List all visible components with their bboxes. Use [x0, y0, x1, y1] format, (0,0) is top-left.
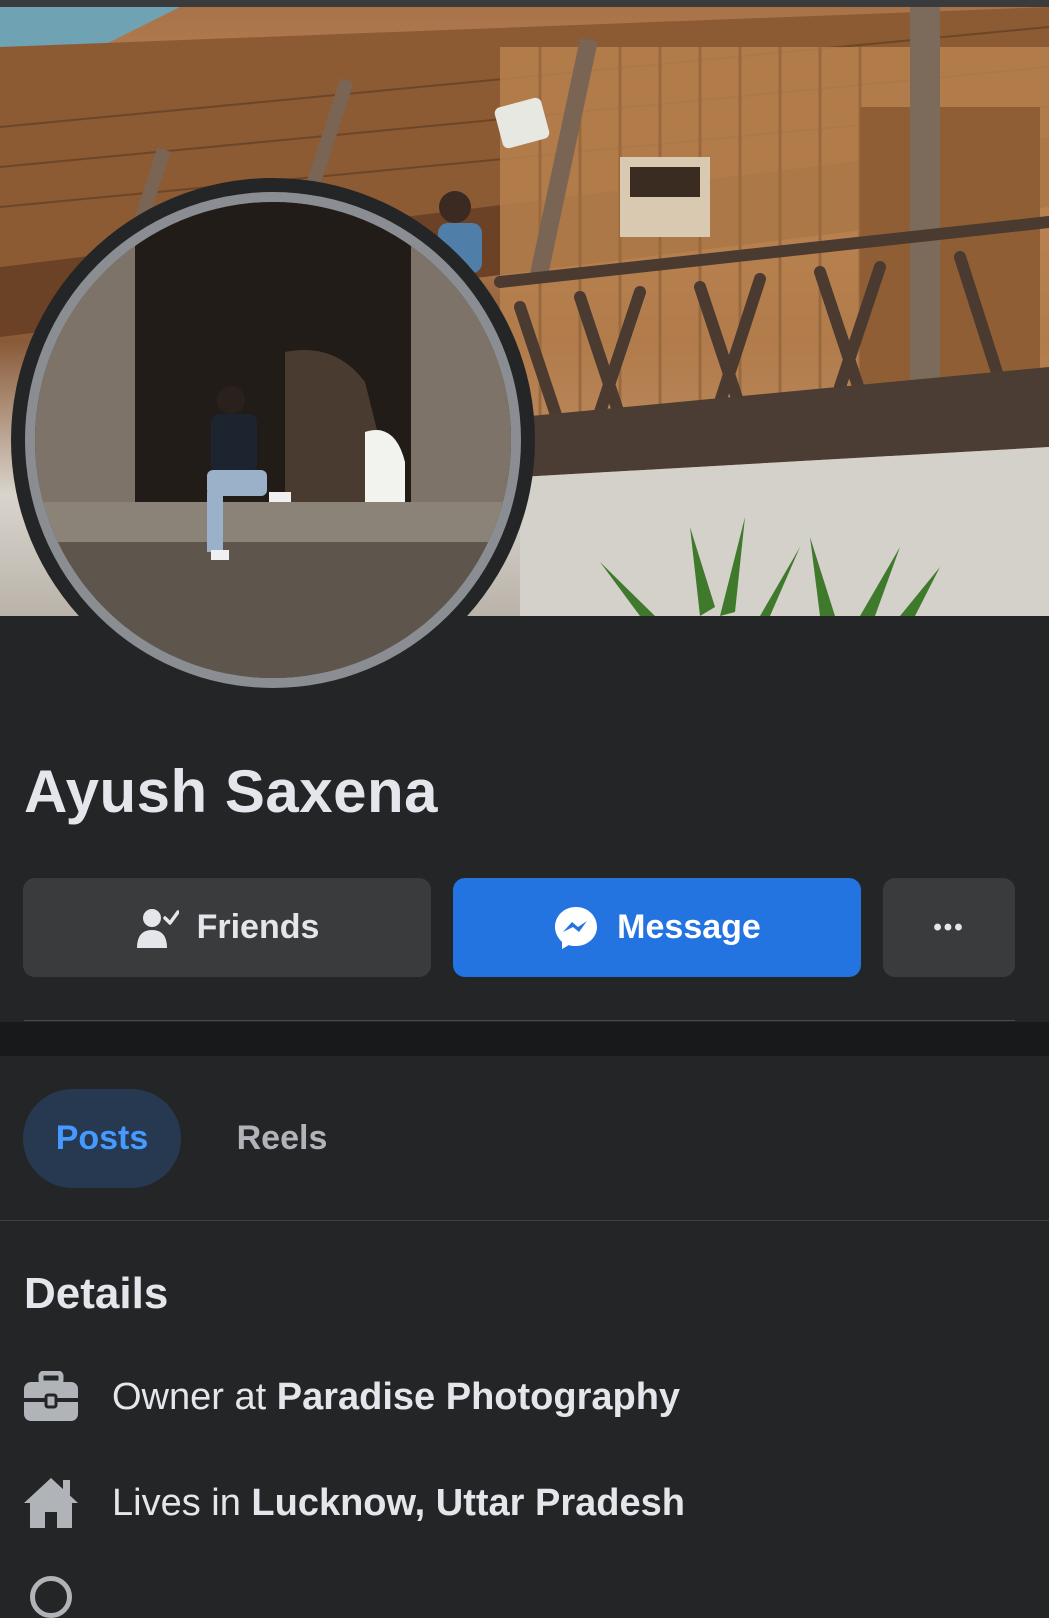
- partial-detail-icon: [30, 1576, 72, 1618]
- more-options-icon: •••: [933, 913, 965, 941]
- tabs-divider: [0, 1220, 1049, 1221]
- profile-picture-border: [25, 192, 521, 688]
- top-status-strip: [0, 0, 1049, 7]
- section-divider: [24, 1020, 1015, 1021]
- profile-name: Ayush Saxena: [24, 758, 438, 825]
- profile-picture[interactable]: [11, 178, 535, 702]
- tab-reels[interactable]: Reels: [212, 1089, 352, 1188]
- profile-picture-image: [35, 202, 511, 678]
- section-gap: [0, 1022, 1049, 1056]
- detail-work-value[interactable]: Paradise Photography: [277, 1376, 680, 1419]
- person-check-icon: [135, 906, 179, 950]
- more-options-button[interactable]: •••: [883, 878, 1015, 977]
- message-button[interactable]: Message: [453, 878, 861, 977]
- details-heading: Details: [24, 1269, 169, 1318]
- detail-work-prefix: Owner at: [112, 1375, 277, 1418]
- detail-home[interactable]: Lives in Lucknow, Uttar Pradesh: [22, 1471, 685, 1535]
- briefcase-icon: [22, 1368, 80, 1426]
- house-icon: [22, 1474, 80, 1532]
- detail-work[interactable]: Owner at Paradise Photography: [22, 1365, 680, 1429]
- messenger-icon: [553, 905, 599, 951]
- detail-home-value[interactable]: Lucknow, Uttar Pradesh: [251, 1482, 685, 1525]
- message-label: Message: [617, 908, 761, 946]
- friends-button[interactable]: Friends: [23, 878, 431, 977]
- detail-home-prefix: Lives in: [112, 1481, 252, 1524]
- tab-posts[interactable]: Posts: [23, 1089, 181, 1188]
- friends-label: Friends: [196, 908, 320, 946]
